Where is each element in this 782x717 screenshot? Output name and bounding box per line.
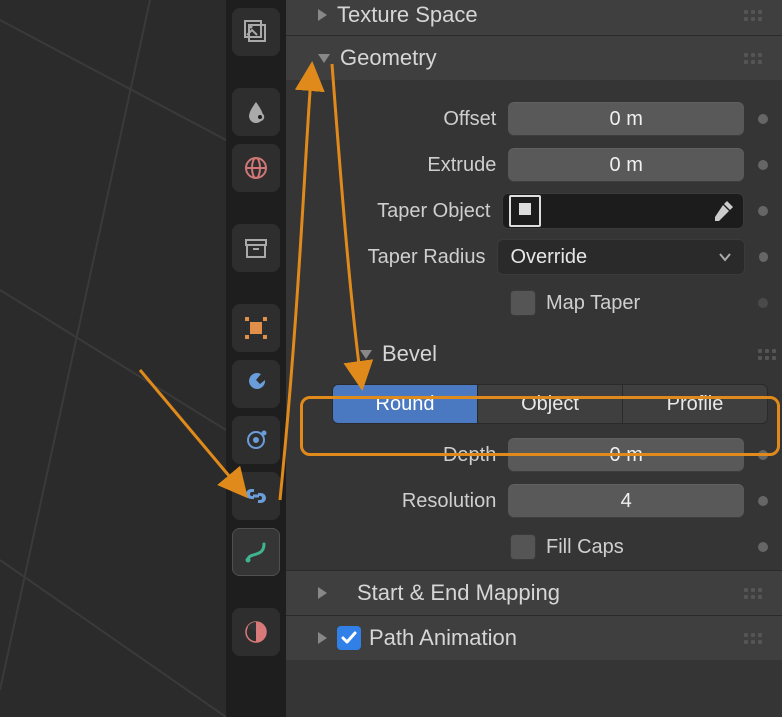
taper-object-label: Taper Object bbox=[320, 200, 502, 223]
tab-object[interactable] bbox=[232, 304, 280, 352]
extrude-field[interactable]: 0 m bbox=[508, 148, 744, 182]
anim-dot[interactable] bbox=[758, 450, 768, 460]
drag-handle-icon[interactable] bbox=[744, 10, 762, 21]
disclosure-right-icon bbox=[318, 587, 327, 599]
map-taper-label: Map Taper bbox=[546, 292, 640, 315]
disclosure-right-icon bbox=[318, 9, 327, 21]
tab-fluid[interactable] bbox=[232, 88, 280, 136]
anim-dot[interactable] bbox=[758, 542, 768, 552]
taper-radius-dropdown[interactable]: Override bbox=[497, 239, 744, 275]
drag-handle-icon[interactable] bbox=[744, 53, 762, 64]
tab-constraints[interactable] bbox=[232, 472, 280, 520]
section-path-animation[interactable]: Path Animation bbox=[286, 615, 782, 660]
eyedropper-icon[interactable] bbox=[713, 199, 735, 221]
taper-object-field[interactable] bbox=[502, 193, 744, 229]
anim-dot[interactable] bbox=[758, 298, 768, 308]
object-blank-icon bbox=[509, 195, 541, 227]
anim-dot[interactable] bbox=[759, 252, 768, 262]
section-texture-space[interactable]: Texture Space bbox=[286, 0, 782, 35]
disclosure-down-icon bbox=[318, 54, 330, 63]
resolution-field[interactable]: 4 bbox=[508, 484, 744, 518]
taper-radius-label: Taper Radius bbox=[320, 246, 497, 269]
depth-field[interactable]: 0 m bbox=[508, 438, 744, 472]
tab-archive[interactable] bbox=[232, 224, 280, 272]
properties-tabs bbox=[226, 0, 286, 717]
anim-dot[interactable] bbox=[758, 160, 768, 170]
bevel-mode-profile[interactable]: Profile bbox=[623, 385, 767, 423]
tab-particles[interactable] bbox=[232, 416, 280, 464]
anim-dot[interactable] bbox=[758, 114, 768, 124]
depth-label: Depth bbox=[320, 444, 508, 467]
anim-dot[interactable] bbox=[758, 206, 768, 216]
section-geometry[interactable]: Geometry bbox=[286, 35, 782, 80]
bevel-mode-round[interactable]: Round bbox=[333, 385, 478, 423]
tab-image-data[interactable] bbox=[232, 8, 280, 56]
fill-caps-checkbox[interactable] bbox=[510, 534, 536, 560]
section-label: Texture Space bbox=[337, 2, 478, 28]
offset-label: Offset bbox=[320, 108, 508, 131]
fill-caps-label: Fill Caps bbox=[546, 536, 624, 559]
map-taper-checkbox[interactable] bbox=[510, 290, 536, 316]
chevron-down-icon bbox=[718, 250, 732, 264]
tab-curve-data[interactable] bbox=[232, 528, 280, 576]
section-label: Start & End Mapping bbox=[357, 580, 560, 606]
resolution-label: Resolution bbox=[320, 490, 508, 513]
extrude-label: Extrude bbox=[320, 154, 508, 177]
dropdown-value: Override bbox=[510, 246, 587, 269]
viewport-3d[interactable] bbox=[0, 0, 226, 717]
properties-panel: Texture Space Geometry Offset 0 m Extrud… bbox=[286, 0, 782, 717]
bevel-mode-enum: Round Object Profile bbox=[332, 384, 768, 424]
section-start-end-mapping[interactable]: Start & End Mapping bbox=[286, 570, 782, 615]
section-label: Bevel bbox=[382, 341, 437, 367]
section-label: Geometry bbox=[340, 45, 437, 71]
disclosure-right-icon bbox=[318, 632, 327, 644]
section-label: Path Animation bbox=[369, 625, 517, 651]
drag-handle-icon[interactable] bbox=[744, 633, 762, 644]
tab-material[interactable] bbox=[232, 608, 280, 656]
anim-dot[interactable] bbox=[758, 496, 768, 506]
bevel-mode-object[interactable]: Object bbox=[478, 385, 623, 423]
path-animation-checkbox[interactable] bbox=[337, 626, 361, 650]
tab-modifiers[interactable] bbox=[232, 360, 280, 408]
drag-handle-icon[interactable] bbox=[744, 588, 762, 599]
tab-world[interactable] bbox=[232, 144, 280, 192]
disclosure-down-icon bbox=[360, 350, 372, 359]
section-bevel[interactable]: Bevel bbox=[320, 332, 768, 376]
offset-field[interactable]: 0 m bbox=[508, 102, 744, 136]
drag-handle-icon[interactable] bbox=[758, 349, 776, 360]
